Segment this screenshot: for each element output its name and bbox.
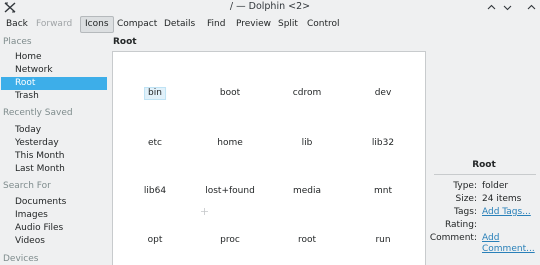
file-item-lib[interactable]: lib (299, 137, 316, 150)
info-title: Root (472, 160, 496, 170)
dolphin-window: / — Dolphin <2> Back Forward Icons Compa… (0, 0, 540, 265)
find-button[interactable]: Find (203, 16, 229, 33)
back-button[interactable]: Back (2, 16, 32, 33)
file-item-bin[interactable]: bin (144, 87, 166, 100)
place-item-home[interactable]: Home (1, 51, 107, 64)
file-item-media[interactable]: media (290, 185, 324, 198)
info-rating-label: Rating: (444, 220, 477, 230)
shade-icon[interactable] (486, 2, 497, 13)
file-item-home[interactable]: home (214, 137, 246, 150)
devices-section-title: Devices (3, 254, 39, 264)
info-divider (434, 174, 536, 175)
location-header: Root (113, 37, 137, 47)
place-item-audio-files[interactable]: Audio Files (1, 222, 107, 235)
place-item-documents[interactable]: Documents (1, 196, 107, 209)
search-for-section-title: Search For (3, 181, 51, 191)
file-item-boot[interactable]: boot (217, 87, 243, 100)
places-section-title: Places (3, 37, 32, 47)
compact-view-button[interactable]: Compact (113, 16, 161, 33)
info-tags-label: Tags: (454, 207, 477, 217)
place-item-trash[interactable]: Trash (1, 90, 107, 103)
information-panel: Root Type: folder Size: 24 items Tags: A… (428, 34, 540, 265)
file-item-etc[interactable]: etc (145, 137, 165, 150)
file-item-dev[interactable]: dev (372, 87, 395, 100)
file-view[interactable]: bin boot cdrom dev etc home lib lib32 li… (112, 51, 426, 265)
file-item-root[interactable]: root (295, 234, 319, 247)
file-item-mnt[interactable]: mnt (371, 185, 395, 198)
file-item-run[interactable]: run (372, 234, 393, 247)
places-panel: Places Home Network Root Trash Recently … (0, 34, 108, 265)
recently-saved-section-title: Recently Saved (3, 108, 73, 118)
file-item-cdrom[interactable]: cdrom (290, 87, 324, 100)
place-item-this-month[interactable]: This Month (1, 150, 107, 163)
file-item-lib64[interactable]: lib64 (141, 185, 169, 198)
window-title: / — Dolphin <2> (229, 1, 311, 12)
split-button[interactable]: Split (274, 16, 302, 33)
control-menu-button[interactable]: Control (303, 16, 344, 33)
info-size-label: Size: (455, 194, 477, 204)
place-item-root[interactable]: Root (1, 77, 107, 90)
add-comment-link-line1[interactable]: Add (482, 233, 540, 243)
add-tags-link[interactable]: Add Tags... (482, 207, 540, 217)
place-item-today[interactable]: Today (1, 124, 107, 137)
details-view-button[interactable]: Details (160, 16, 199, 33)
maximize-icon[interactable] (526, 2, 537, 13)
main-toolbar: Back Forward Icons Compact Details Find … (0, 15, 540, 34)
info-comment-label: Comment: (429, 233, 477, 243)
info-size-value: 24 items (482, 194, 522, 204)
forward-button[interactable]: Forward (32, 16, 76, 33)
preview-button[interactable]: Preview (232, 16, 275, 33)
info-type-value: folder (482, 181, 509, 191)
file-item-lib32[interactable]: lib32 (369, 137, 397, 150)
place-item-videos[interactable]: Videos (1, 235, 107, 248)
crosshair-cursor-icon (201, 208, 208, 215)
add-comment-link-line2[interactable]: Comment... (482, 244, 540, 254)
place-item-network[interactable]: Network (1, 64, 107, 77)
place-item-images[interactable]: Images (1, 209, 107, 222)
info-type-label: Type: (453, 181, 477, 191)
title-bar[interactable]: / — Dolphin <2> (0, 0, 540, 15)
icons-view-button[interactable]: Icons (80, 16, 114, 33)
file-item-proc[interactable]: proc (217, 234, 243, 247)
place-item-last-month[interactable]: Last Month (1, 163, 107, 176)
file-item-opt[interactable]: opt (145, 234, 166, 247)
place-item-yesterday[interactable]: Yesterday (1, 137, 107, 150)
minimize-icon[interactable] (502, 2, 513, 13)
file-item-lost-found[interactable]: lost+found (202, 185, 258, 198)
